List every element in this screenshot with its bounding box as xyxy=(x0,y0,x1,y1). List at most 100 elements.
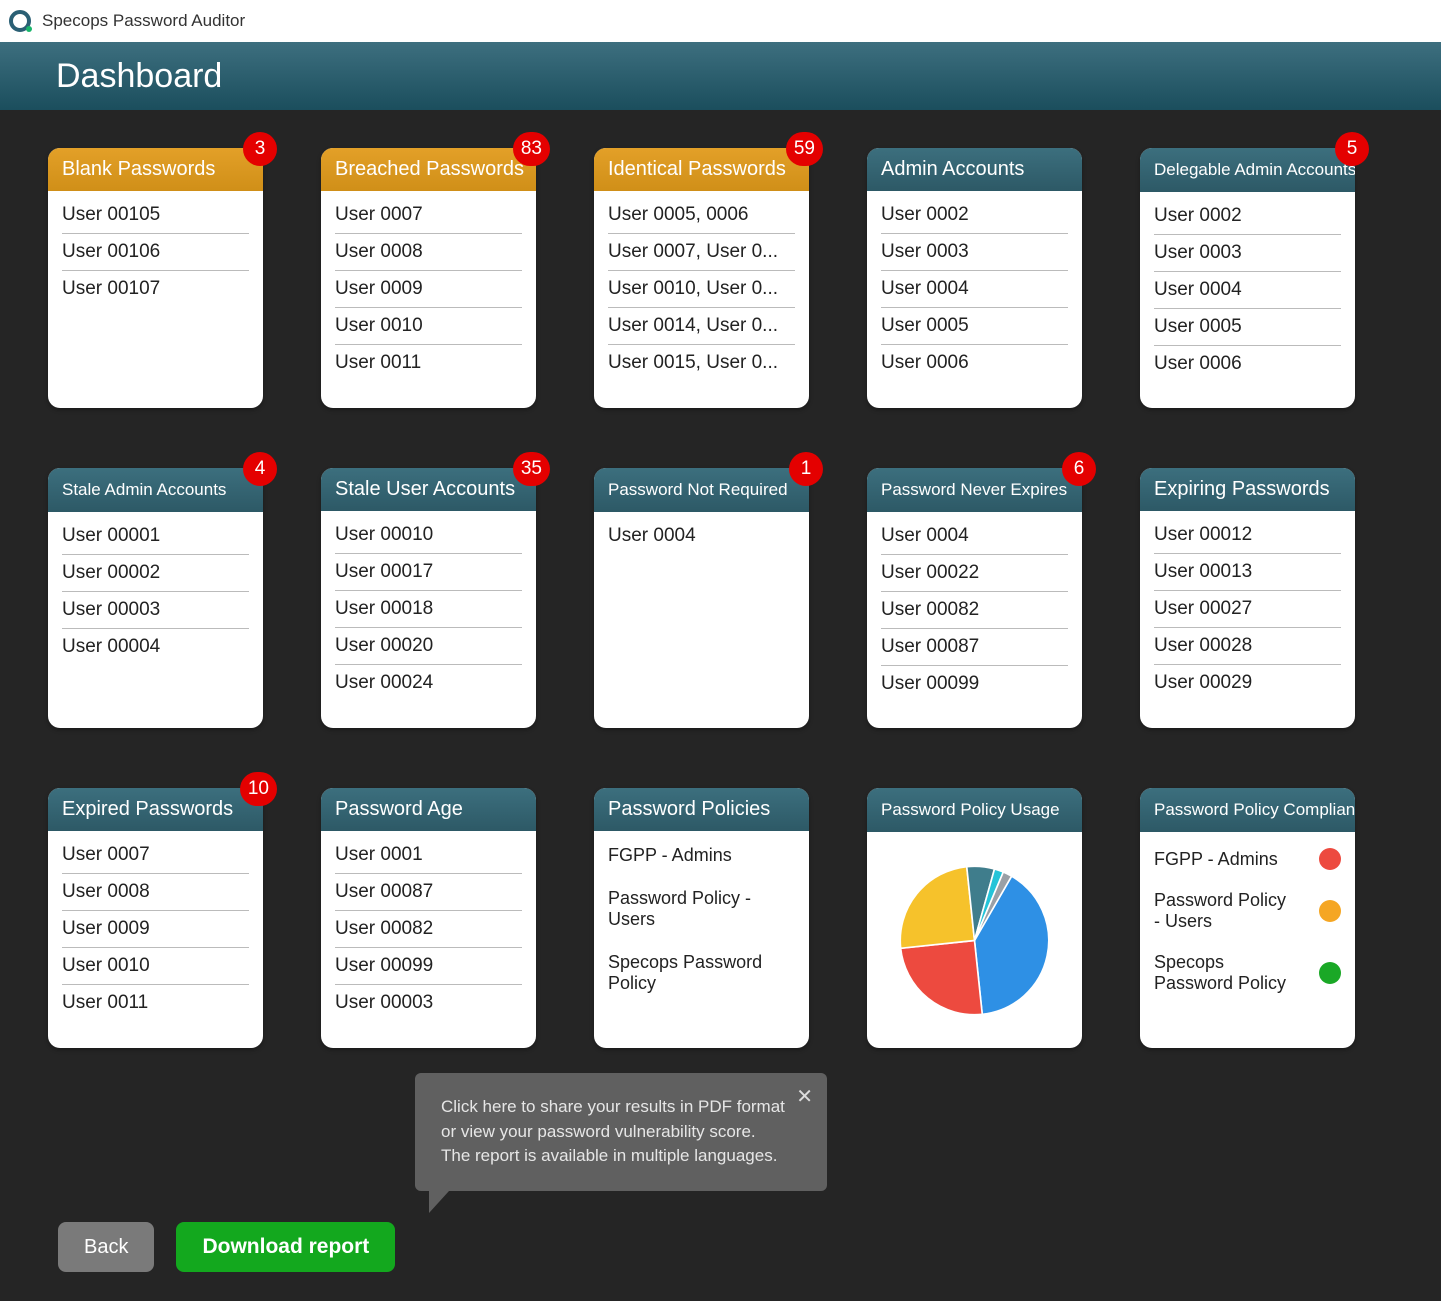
list-item[interactable]: User 00107 xyxy=(62,271,249,307)
count-badge: 6 xyxy=(1062,452,1096,486)
download-report-button[interactable]: Download report xyxy=(176,1222,395,1272)
list-item[interactable]: User 00087 xyxy=(335,874,522,911)
list-item[interactable]: User 0004 xyxy=(1154,272,1341,309)
list-item[interactable]: User 0006 xyxy=(881,345,1068,381)
card-title: Blank Passwords xyxy=(48,148,263,191)
list-item[interactable]: User 00106 xyxy=(62,234,249,271)
list-item[interactable]: User 0007 xyxy=(62,837,249,874)
dashboard-card[interactable]: 35Stale User AccountsUser 00010User 0001… xyxy=(321,468,536,728)
card-body: User 00012User 00013User 00027User 00028… xyxy=(1140,511,1355,728)
list-item[interactable]: User 0005, 0006 xyxy=(608,197,795,234)
list-item[interactable]: User 00029 xyxy=(1154,665,1341,701)
list-item[interactable]: User 00028 xyxy=(1154,628,1341,665)
card-title: Password Policy Compliance xyxy=(1140,788,1355,832)
list-item[interactable]: User 0011 xyxy=(62,985,249,1021)
list-item[interactable]: User 00082 xyxy=(881,592,1068,629)
list-item[interactable]: User 00022 xyxy=(881,555,1068,592)
list-item[interactable]: User 0008 xyxy=(62,874,249,911)
list-item[interactable]: User 0015, User 0... xyxy=(608,345,795,381)
list-item[interactable]: User 00087 xyxy=(881,629,1068,666)
list-item[interactable]: User 0006 xyxy=(1154,346,1341,382)
policy-item[interactable]: FGPP - Admins xyxy=(608,837,795,880)
list-item[interactable]: User 00018 xyxy=(335,591,522,628)
list-item[interactable]: User 00012 xyxy=(1154,517,1341,554)
list-item[interactable]: User 00003 xyxy=(62,592,249,629)
list-item[interactable]: User 0001 xyxy=(335,837,522,874)
list-item[interactable]: User 0009 xyxy=(62,911,249,948)
list-item[interactable]: User 00024 xyxy=(335,665,522,701)
count-badge: 1 xyxy=(789,452,823,486)
list-item[interactable]: User 00020 xyxy=(335,628,522,665)
card-title: Stale Admin Accounts xyxy=(48,468,263,512)
tooltip-line: or view your password vulnerability scor… xyxy=(441,1120,801,1145)
list-item[interactable]: User 0011 xyxy=(335,345,522,381)
app-logo-icon xyxy=(8,8,34,34)
list-item[interactable]: User 0004 xyxy=(881,271,1068,308)
list-item[interactable]: User 00017 xyxy=(335,554,522,591)
card-title: Password Age xyxy=(321,788,536,831)
footer-bar: Back Download report xyxy=(58,1222,395,1272)
list-item[interactable]: User 0014, User 0... xyxy=(608,308,795,345)
list-item[interactable]: User 0002 xyxy=(1154,198,1341,235)
dashboard-card[interactable]: 59Identical PasswordsUser 0005, 0006User… xyxy=(594,148,809,408)
compliance-item[interactable]: FGPP - Admins xyxy=(1154,838,1341,880)
download-tooltip: ✕ Click here to share your results in PD… xyxy=(415,1073,827,1191)
policy-item[interactable]: Specops Password Policy xyxy=(608,944,795,1008)
list-item[interactable]: User 00003 xyxy=(335,985,522,1021)
list-item[interactable]: User 0010, User 0... xyxy=(608,271,795,308)
list-item[interactable]: User 0008 xyxy=(335,234,522,271)
dashboard-card[interactable]: 10Expired PasswordsUser 0007User 0008Use… xyxy=(48,788,263,1048)
list-item[interactable]: User 00013 xyxy=(1154,554,1341,591)
list-item[interactable]: User 0002 xyxy=(881,197,1068,234)
back-button[interactable]: Back xyxy=(58,1222,154,1272)
list-item[interactable]: User 00099 xyxy=(881,666,1068,702)
dashboard-card[interactable]: 1Password Not RequiredUser 0004 xyxy=(594,468,809,728)
list-item[interactable]: User 0004 xyxy=(608,518,795,554)
list-item[interactable]: User 0005 xyxy=(881,308,1068,345)
list-item[interactable]: User 0003 xyxy=(1154,235,1341,272)
card-title: Password Policies xyxy=(594,788,809,831)
dashboard-card[interactable]: 83Breached PasswordsUser 0007User 0008Us… xyxy=(321,148,536,408)
app-title: Specops Password Auditor xyxy=(42,11,245,31)
list-item[interactable]: User 0010 xyxy=(62,948,249,985)
compliance-item[interactable]: Specops Password Policy xyxy=(1154,942,1341,1004)
dashboard-card[interactable]: 6Password Never ExpiresUser 0004User 000… xyxy=(867,468,1082,728)
dashboard-card[interactable]: Password Age User 0001User 00087User 0008… xyxy=(321,788,536,1048)
list-item[interactable]: User 00099 xyxy=(335,948,522,985)
policy-item[interactable]: Password Policy - Users xyxy=(608,880,795,944)
list-item[interactable]: User 0007, User 0... xyxy=(608,234,795,271)
dashboard-card[interactable]: Expiring PasswordsUser 00012User 00013Us… xyxy=(1140,468,1355,728)
list-item[interactable]: User 0007 xyxy=(335,197,522,234)
password-policy-usage-card[interactable]: Password Policy Usage xyxy=(867,788,1082,1048)
list-item[interactable]: User 00105 xyxy=(62,197,249,234)
list-item[interactable]: User 0005 xyxy=(1154,309,1341,346)
page-title: Dashboard xyxy=(56,57,222,96)
password-policy-compliance-card[interactable]: Password Policy Compliance FGPP - AdminsP… xyxy=(1140,788,1355,1048)
dashboard-card[interactable]: 4Stale Admin AccountsUser 00001User 0000… xyxy=(48,468,263,728)
list-item[interactable]: User 00082 xyxy=(335,911,522,948)
password-policies-card[interactable]: Password Policies FGPP - AdminsPassword P… xyxy=(594,788,809,1048)
card-body: User 0004 xyxy=(594,512,809,728)
list-item[interactable]: User 00004 xyxy=(62,629,249,665)
card-body: User 0005, 0006User 0007, User 0...User … xyxy=(594,191,809,408)
list-item[interactable]: User 0004 xyxy=(881,518,1068,555)
dashboard-card[interactable]: 3Blank PasswordsUser 00105User 00106User… xyxy=(48,148,263,408)
list-item[interactable]: User 00002 xyxy=(62,555,249,592)
count-badge: 35 xyxy=(513,452,550,486)
list-item[interactable]: User 00010 xyxy=(335,517,522,554)
list-item[interactable]: User 00027 xyxy=(1154,591,1341,628)
card-title: Delegable Admin Accounts xyxy=(1140,148,1355,192)
dashboard-card[interactable]: 5Delegable Admin AccountsUser 0002User 0… xyxy=(1140,148,1355,408)
list-item[interactable]: User 00001 xyxy=(62,518,249,555)
count-badge: 10 xyxy=(240,772,277,806)
card-title: Expiring Passwords xyxy=(1140,468,1355,511)
compliance-item[interactable]: Password Policy - Users xyxy=(1154,880,1341,942)
title-bar: Specops Password Auditor xyxy=(0,0,1441,42)
card-body: User 0004User 00022User 00082User 00087U… xyxy=(867,512,1082,728)
list-item[interactable]: User 0010 xyxy=(335,308,522,345)
list-item[interactable]: User 0003 xyxy=(881,234,1068,271)
tooltip-close-icon[interactable]: ✕ xyxy=(796,1083,813,1112)
dashboard-card[interactable]: Admin AccountsUser 0002User 0003User 000… xyxy=(867,148,1082,408)
count-badge: 3 xyxy=(243,132,277,166)
list-item[interactable]: User 0009 xyxy=(335,271,522,308)
